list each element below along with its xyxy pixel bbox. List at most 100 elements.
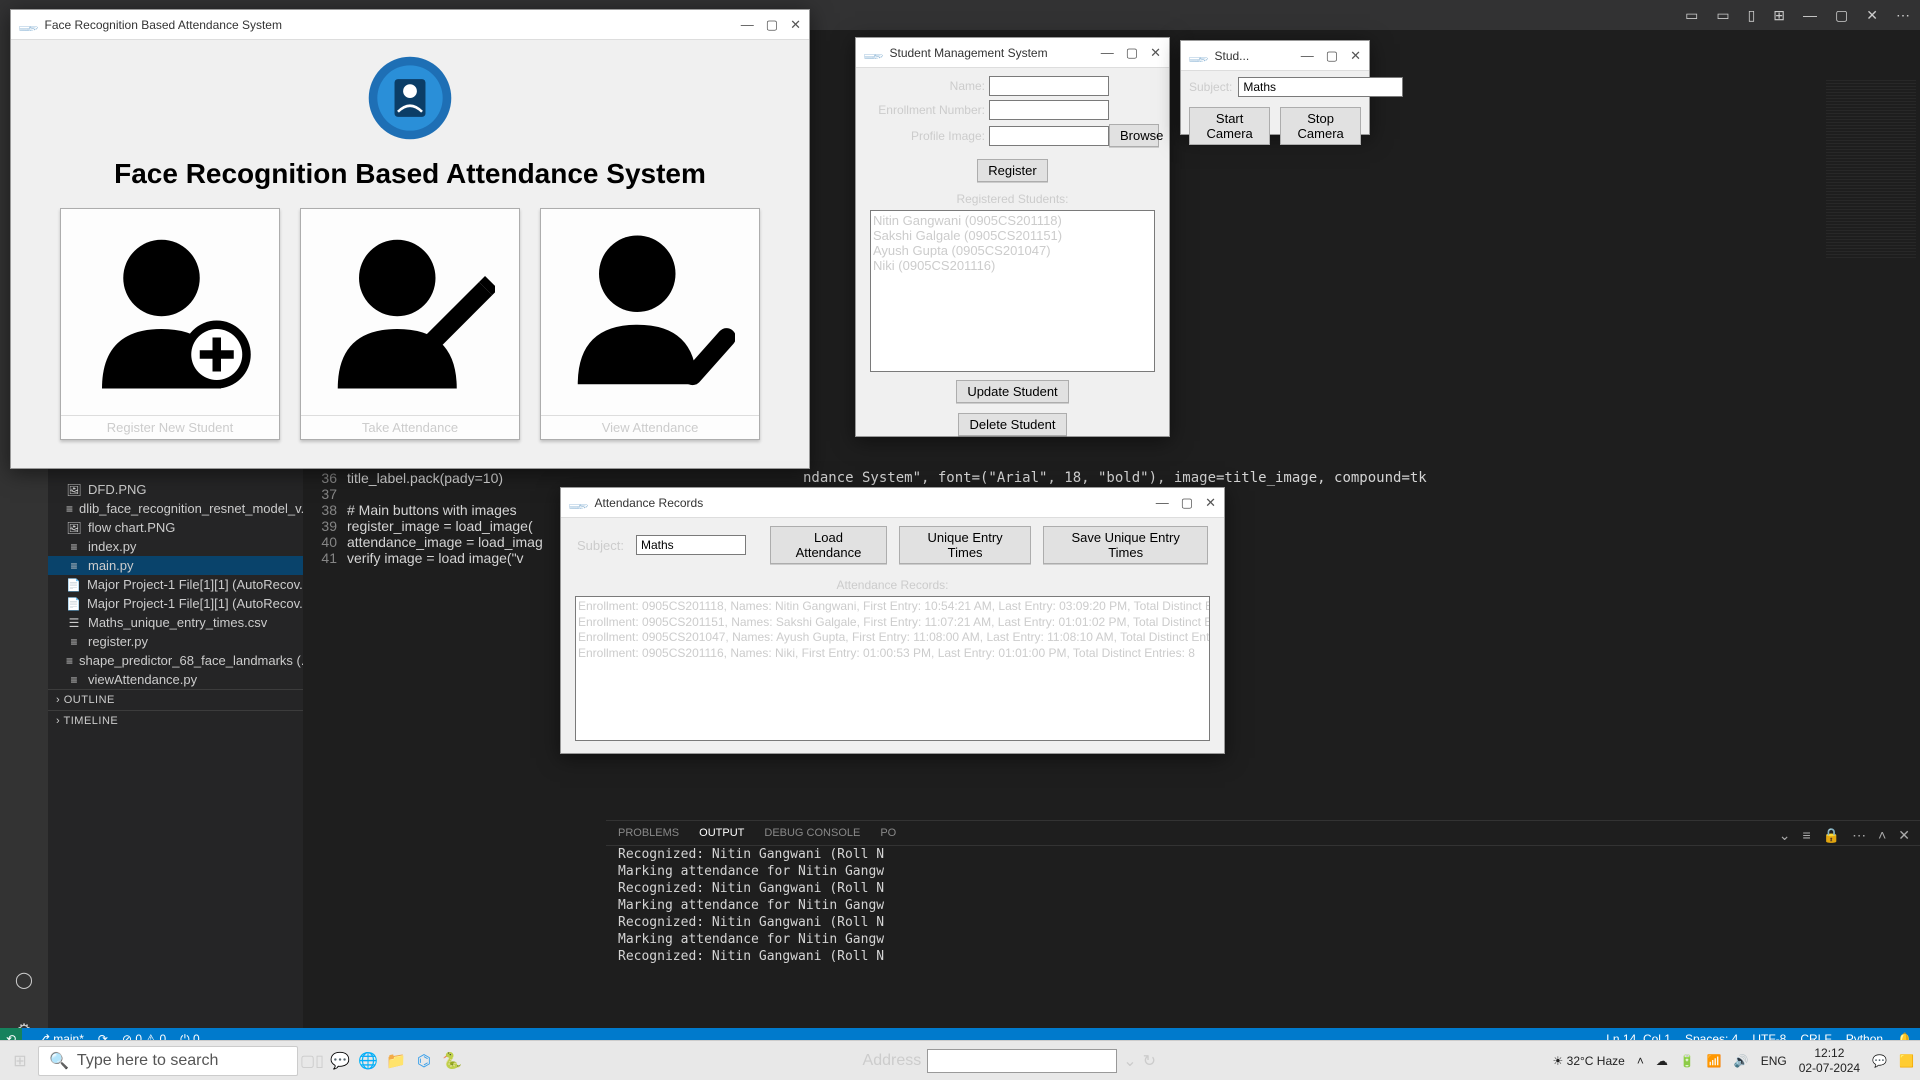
profile-image-input[interactable] (989, 126, 1109, 146)
refresh-icon[interactable]: ↻ (1143, 1051, 1156, 1071)
list-item[interactable]: Ayush Gupta (0905CS201047) (873, 243, 1152, 258)
load-attendance-button[interactable]: Load Attendance (770, 526, 887, 564)
file-item[interactable]: 🖼flow chart.PNG (48, 518, 303, 537)
wifi-icon[interactable]: 📶 (1707, 1054, 1722, 1068)
volume-icon[interactable]: 🔊 (1734, 1054, 1749, 1068)
tray-chevron-icon[interactable]: ˄ (1637, 1054, 1644, 1068)
close-button[interactable]: ✕ (790, 17, 801, 33)
list-item[interactable]: Niki (0905CS201116) (873, 258, 1152, 273)
close-icon[interactable]: ✕ (1866, 7, 1878, 24)
terminal-tab[interactable]: PO (880, 827, 896, 839)
battery-icon[interactable]: 🔋 (1680, 1054, 1695, 1068)
terminal-more-icon[interactable]: ⋯ (1852, 827, 1866, 844)
maximize-button[interactable]: ▢ (1326, 48, 1338, 64)
save-unique-button[interactable]: Save Unique Entry Times (1043, 526, 1208, 564)
terminal-line: Recognized: Nitin Gangwani (Roll N (606, 846, 1920, 863)
name-input[interactable] (989, 76, 1109, 96)
take-attendance-button[interactable]: Take Attendance (300, 208, 520, 440)
tk-feather-icon: 𓆃 (569, 493, 588, 513)
panel-toggle-icon[interactable]: ▭ (1716, 7, 1729, 24)
weather-widget[interactable]: ☀ 32°C Haze (1553, 1054, 1625, 1068)
minimize-button[interactable]: — (1301, 48, 1314, 64)
file-item[interactable]: ☰Maths_unique_entry_times.csv (48, 613, 303, 632)
grid-icon[interactable]: ⊞ (1773, 7, 1785, 24)
list-item[interactable]: Enrollment: 0905CS201118, Names: Nitin G… (578, 599, 1207, 615)
language-indicator[interactable]: ENG (1761, 1054, 1787, 1068)
view-attendance-button[interactable]: View Attendance (540, 208, 760, 440)
terminal-tab[interactable]: PROBLEMS (618, 827, 679, 839)
chrome-icon[interactable]: 🌐 (354, 1047, 382, 1075)
address-dropdown-icon[interactable]: ⌄ (1123, 1051, 1136, 1071)
taskbar-search[interactable]: 🔍 Type here to search (38, 1046, 298, 1076)
app-tray-icon[interactable]: 🟨 (1899, 1054, 1914, 1068)
terminal-filter-icon[interactable]: ⌄ (1779, 827, 1791, 844)
terminal-close-icon[interactable]: ✕ (1898, 827, 1910, 844)
list-item[interactable]: Nitin Gangwani (0905CS201118) (873, 213, 1152, 228)
vscode-icon[interactable]: ⌬ (410, 1047, 438, 1075)
file-item[interactable]: ≡register.py (48, 632, 303, 651)
list-item[interactable]: Enrollment: 0905CS201116, Names: Niki, F… (578, 646, 1207, 662)
register-student-button[interactable]: Register New Student (60, 208, 280, 440)
maximize-button[interactable]: ▢ (1126, 45, 1138, 61)
file-item[interactable]: 📄Major Project-1 File[1][1] (AutoRecov..… (48, 575, 303, 594)
close-button[interactable]: ✕ (1350, 48, 1361, 64)
file-item[interactable]: ≡index.py (48, 537, 303, 556)
browse-button[interactable]: Browse (1109, 124, 1159, 147)
layout-icon[interactable]: ▭ (1685, 7, 1698, 24)
more-icon[interactable]: ⋯ (1896, 7, 1910, 24)
list-item[interactable]: Sakshi Galgale (0905CS201151) (873, 228, 1152, 243)
notifications-icon[interactable]: 💬 (1872, 1054, 1887, 1068)
delete-student-button[interactable]: Delete Student (958, 413, 1066, 436)
terminal-tab[interactable]: OUTPUT (699, 827, 744, 839)
terminal-list-icon[interactable]: ≡ (1802, 827, 1810, 844)
onedrive-icon[interactable]: ☁ (1656, 1054, 1668, 1068)
file-item[interactable]: ≡main.py (48, 556, 303, 575)
terminal-tab[interactable]: DEBUG CONSOLE (764, 827, 860, 839)
file-item[interactable]: ≡shape_predictor_68_face_landmarks (... (48, 651, 303, 670)
registered-students-label: Registered Students: (856, 192, 1169, 206)
sidebar-toggle-icon[interactable]: ▯ (1748, 7, 1756, 24)
tk-feather-icon: 𓆃 (19, 15, 38, 35)
close-button[interactable]: ✕ (1150, 45, 1161, 61)
records-listbox[interactable]: Enrollment: 0905CS201118, Names: Nitin G… (575, 596, 1210, 741)
students-listbox[interactable]: Nitin Gangwani (0905CS201118)Sakshi Galg… (870, 210, 1155, 372)
file-item[interactable]: 📄Major Project-1 File[1][1] (AutoRecov..… (48, 594, 303, 613)
terminal-chevron-up-icon[interactable]: ˄ (1878, 827, 1886, 844)
student-management-window: 𓆃 Student Management System — ▢ ✕ Name: … (855, 37, 1170, 437)
subject-input[interactable] (636, 535, 746, 555)
subject-input[interactable] (1238, 77, 1403, 97)
update-student-button[interactable]: Update Student (956, 380, 1068, 403)
address-input[interactable] (927, 1049, 1117, 1073)
account-icon[interactable]: ◯ (15, 970, 33, 990)
close-button[interactable]: ✕ (1205, 495, 1216, 511)
timeline-section[interactable]: › TIMELINE (48, 710, 303, 731)
minimize-button[interactable]: — (1101, 45, 1114, 61)
unique-entry-button[interactable]: Unique Entry Times (899, 526, 1031, 564)
clock[interactable]: 12:12 02-07-2024 (1799, 1046, 1860, 1075)
enrollment-input[interactable] (989, 100, 1109, 120)
stop-camera-button[interactable]: Stop Camera (1280, 107, 1361, 145)
minimize-icon[interactable]: — (1803, 7, 1817, 24)
maximize-button[interactable]: ▢ (766, 17, 778, 33)
file-item[interactable]: 🖼DFD.PNG (48, 480, 303, 499)
task-view-icon[interactable]: ▢▯ (298, 1047, 326, 1075)
start-camera-button[interactable]: Start Camera (1189, 107, 1270, 145)
minimap[interactable] (1826, 80, 1916, 260)
minimize-button[interactable]: — (741, 17, 754, 33)
list-item[interactable]: Enrollment: 0905CS201047, Names: Ayush G… (578, 630, 1207, 646)
whatsapp-icon[interactable]: 💬 (326, 1047, 354, 1075)
start-button[interactable]: ⊞ (6, 1047, 34, 1075)
maximize-icon[interactable]: ▢ (1835, 7, 1848, 24)
explorer-icon[interactable]: 📁 (382, 1047, 410, 1075)
python-icon[interactable]: 🐍 (438, 1047, 466, 1075)
outline-section[interactable]: › OUTLINE (48, 689, 303, 710)
maximize-button[interactable]: ▢ (1181, 495, 1193, 511)
terminal-lock-icon[interactable]: 🔒 (1823, 827, 1840, 844)
list-item[interactable]: Enrollment: 0905CS201151, Names: Sakshi … (578, 615, 1207, 631)
terminal-line: Recognized: Nitin Gangwani (Roll N (606, 948, 1920, 965)
file-item[interactable]: ≡dlib_face_recognition_resnet_model_v... (48, 499, 303, 518)
register-button[interactable]: Register (977, 159, 1047, 182)
file-item[interactable]: ≡viewAttendance.py (48, 670, 303, 689)
tk-feather-icon: 𓆃 (864, 43, 883, 63)
minimize-button[interactable]: — (1156, 495, 1169, 511)
